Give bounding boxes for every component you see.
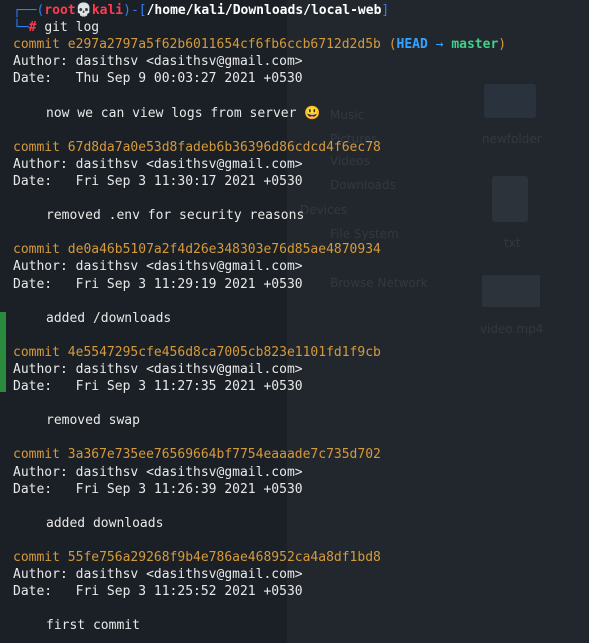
date-label: Date:: [13, 173, 53, 189]
commit-message: added downloads: [46, 515, 164, 531]
commit-hash: de0a46b5107a2f4d26e348303e76d85ae4870934: [67, 242, 381, 258]
commit-hash: 55fe756a29268f9b4e786ae468952ca4a8df1bd8: [67, 550, 381, 565]
commit-date: Date: Thu Sep 9 00:03:27 2021 +0530: [13, 70, 589, 87]
author-label: Author:: [13, 54, 68, 70]
commit-hash: e297a2797a5f62b6011654cf6fb6ccb6712d2d5b: [67, 37, 381, 53]
author-value: dasithsv <dasithsv@gmail.com>: [75, 259, 303, 275]
skull-icon: 💀: [75, 3, 92, 18]
author-value: dasithsv <dasithsv@gmail.com>: [75, 361, 303, 377]
author-label: Author:: [13, 567, 68, 583]
commit-label: commit: [13, 242, 60, 258]
date-value: Fri Sep 3 11:27:35 2021 +0530: [75, 379, 303, 395]
commit-hash: 4e5547295cfe456d8ca7005cb823e1101fd1f9cb: [67, 344, 381, 360]
author-value: dasithsv <dasithsv@gmail.com>: [75, 567, 303, 583]
commit-label: commit: [13, 344, 60, 360]
commit-author: Author: dasithsv <dasithsv@gmail.com>: [13, 566, 589, 583]
commit-date: Date: Fri Sep 3 11:25:52 2021 +0530: [13, 583, 589, 600]
commit-header: commit 3a367e735ee76569664bf7754eaaade7c…: [13, 446, 589, 463]
commit-hash: 3a367e735ee76569664bf7754eaaade7c735d702: [67, 447, 381, 463]
prompt-separator: )-[: [123, 3, 147, 18]
commit-header: commit e297a2797a5f62b6011654cf6fb6ccb67…: [13, 36, 589, 53]
date-value: Fri Sep 3 11:25:52 2021 +0530: [75, 584, 303, 600]
commit-author: Author: dasithsv <dasithsv@gmail.com>: [13, 258, 589, 275]
commit-header: commit 67d8da7a0e53d8fadeb6b36396d86cdcd…: [13, 139, 589, 156]
commit-label: commit: [13, 139, 60, 155]
author-label: Author:: [13, 464, 68, 480]
commit-message: added /downloads: [46, 310, 172, 326]
commit-hash: 67d8da7a0e53d8fadeb6b36396d86cdcd4f6ec78: [67, 139, 381, 155]
commit-header: commit 55fe756a29268f9b4e786ae468952ca4a…: [13, 549, 589, 566]
author-label: Author:: [13, 259, 68, 275]
date-value: Fri Sep 3 11:30:17 2021 +0530: [75, 173, 303, 189]
prompt-line: ┌──(root💀kali)-[/home/kali/Downloads/loc…: [13, 2, 589, 19]
date-label: Date:: [13, 276, 53, 292]
commit-message: removed swap: [46, 413, 140, 429]
command-text: git log: [44, 20, 100, 36]
prompt-hash: #: [28, 20, 37, 36]
date-value: Thu Sep 9 00:03:27 2021 +0530: [75, 71, 303, 87]
commit-message: now we can view logs from server 😃: [46, 105, 321, 121]
prompt-close: ]: [381, 3, 390, 18]
date-label: Date:: [13, 481, 53, 497]
date-label: Date:: [13, 379, 53, 395]
date-label: Date:: [13, 71, 53, 87]
branch-name: master: [451, 37, 499, 53]
commit-date: Date: Fri Sep 3 11:30:17 2021 +0530: [13, 173, 589, 190]
commit-author: Author: dasithsv <dasithsv@gmail.com>: [13, 156, 589, 173]
commit-author: Author: dasithsv <dasithsv@gmail.com>: [13, 361, 589, 378]
terminal-window[interactable]: ┌──(root💀kali)-[/home/kali/Downloads/loc…: [0, 0, 589, 643]
commit-date: Date: Fri Sep 3 11:29:19 2021 +0530: [13, 276, 589, 293]
commit-label: commit: [13, 37, 60, 53]
prompt-user: root: [44, 3, 76, 18]
author-value: dasithsv <dasithsv@gmail.com>: [75, 54, 303, 70]
date-value: Fri Sep 3 11:26:39 2021 +0530: [75, 481, 303, 497]
commit-author: Author: dasithsv <dasithsv@gmail.com>: [13, 53, 589, 70]
head-ref: HEAD: [396, 37, 428, 53]
author-label: Author:: [13, 361, 68, 377]
ref-close: ): [498, 37, 507, 53]
commit-header: commit de0a46b5107a2f4d26e348303e76d85ae…: [13, 241, 589, 258]
arrow-icon: →: [435, 37, 444, 53]
command-line[interactable]: └─# git log: [13, 19, 589, 36]
author-value: dasithsv <dasithsv@gmail.com>: [75, 156, 303, 172]
commit-message: first commit: [46, 618, 140, 634]
commit-header: commit 4e5547295cfe456d8ca7005cb823e1101…: [13, 344, 589, 361]
commit-date: Date: Fri Sep 3 11:26:39 2021 +0530: [13, 481, 589, 498]
commit-message: removed .env for security reasons: [46, 208, 305, 224]
prompt-frame-top: ┌──(: [13, 3, 45, 18]
commit-label: commit: [13, 550, 60, 565]
author-label: Author:: [13, 156, 68, 172]
commit-author: Author: dasithsv <dasithsv@gmail.com>: [13, 464, 589, 481]
commit-date: Date: Fri Sep 3 11:27:35 2021 +0530: [13, 378, 589, 395]
commit-label: commit: [13, 447, 60, 463]
prompt-frame-bottom: └─: [13, 20, 29, 36]
date-value: Fri Sep 3 11:29:19 2021 +0530: [75, 276, 303, 292]
ref-open: (: [388, 37, 397, 53]
prompt-host: kali: [91, 3, 124, 18]
author-value: dasithsv <dasithsv@gmail.com>: [75, 464, 303, 480]
prompt-path: /home/kali/Downloads/local-web: [146, 3, 382, 18]
date-label: Date:: [13, 584, 53, 600]
